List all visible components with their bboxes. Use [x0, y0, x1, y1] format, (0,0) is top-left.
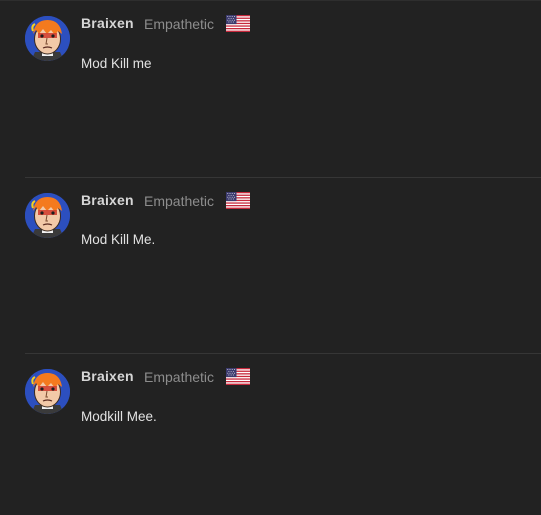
username[interactable]: Braixen: [81, 15, 134, 31]
avatar[interactable]: [25, 193, 70, 238]
post-message: Modkill Mee.: [81, 409, 157, 424]
post: Braixen Empathetic Mod Kill me: [0, 0, 541, 177]
user-rank: Empathetic: [144, 16, 215, 32]
user-rank: Empathetic: [144, 193, 215, 209]
us-flag-icon: [226, 15, 250, 32]
avatar[interactable]: [25, 16, 70, 61]
post-message: Mod Kill Me.: [81, 232, 156, 247]
avatar[interactable]: [25, 369, 70, 414]
username[interactable]: Braixen: [81, 368, 134, 384]
us-flag-icon: [226, 192, 250, 209]
cartoon-face-avatar-icon: [25, 16, 70, 61]
post: Braixen Empathetic Mod Kill Me.: [0, 178, 541, 353]
post-message: Mod Kill me: [81, 56, 152, 71]
us-flag-icon: [226, 368, 250, 385]
post: Braixen Empathetic Modkill Mee.: [0, 354, 541, 515]
cartoon-face-avatar-icon: [25, 193, 70, 238]
username[interactable]: Braixen: [81, 192, 134, 208]
user-rank: Empathetic: [144, 369, 215, 385]
cartoon-face-avatar-icon: [25, 369, 70, 414]
